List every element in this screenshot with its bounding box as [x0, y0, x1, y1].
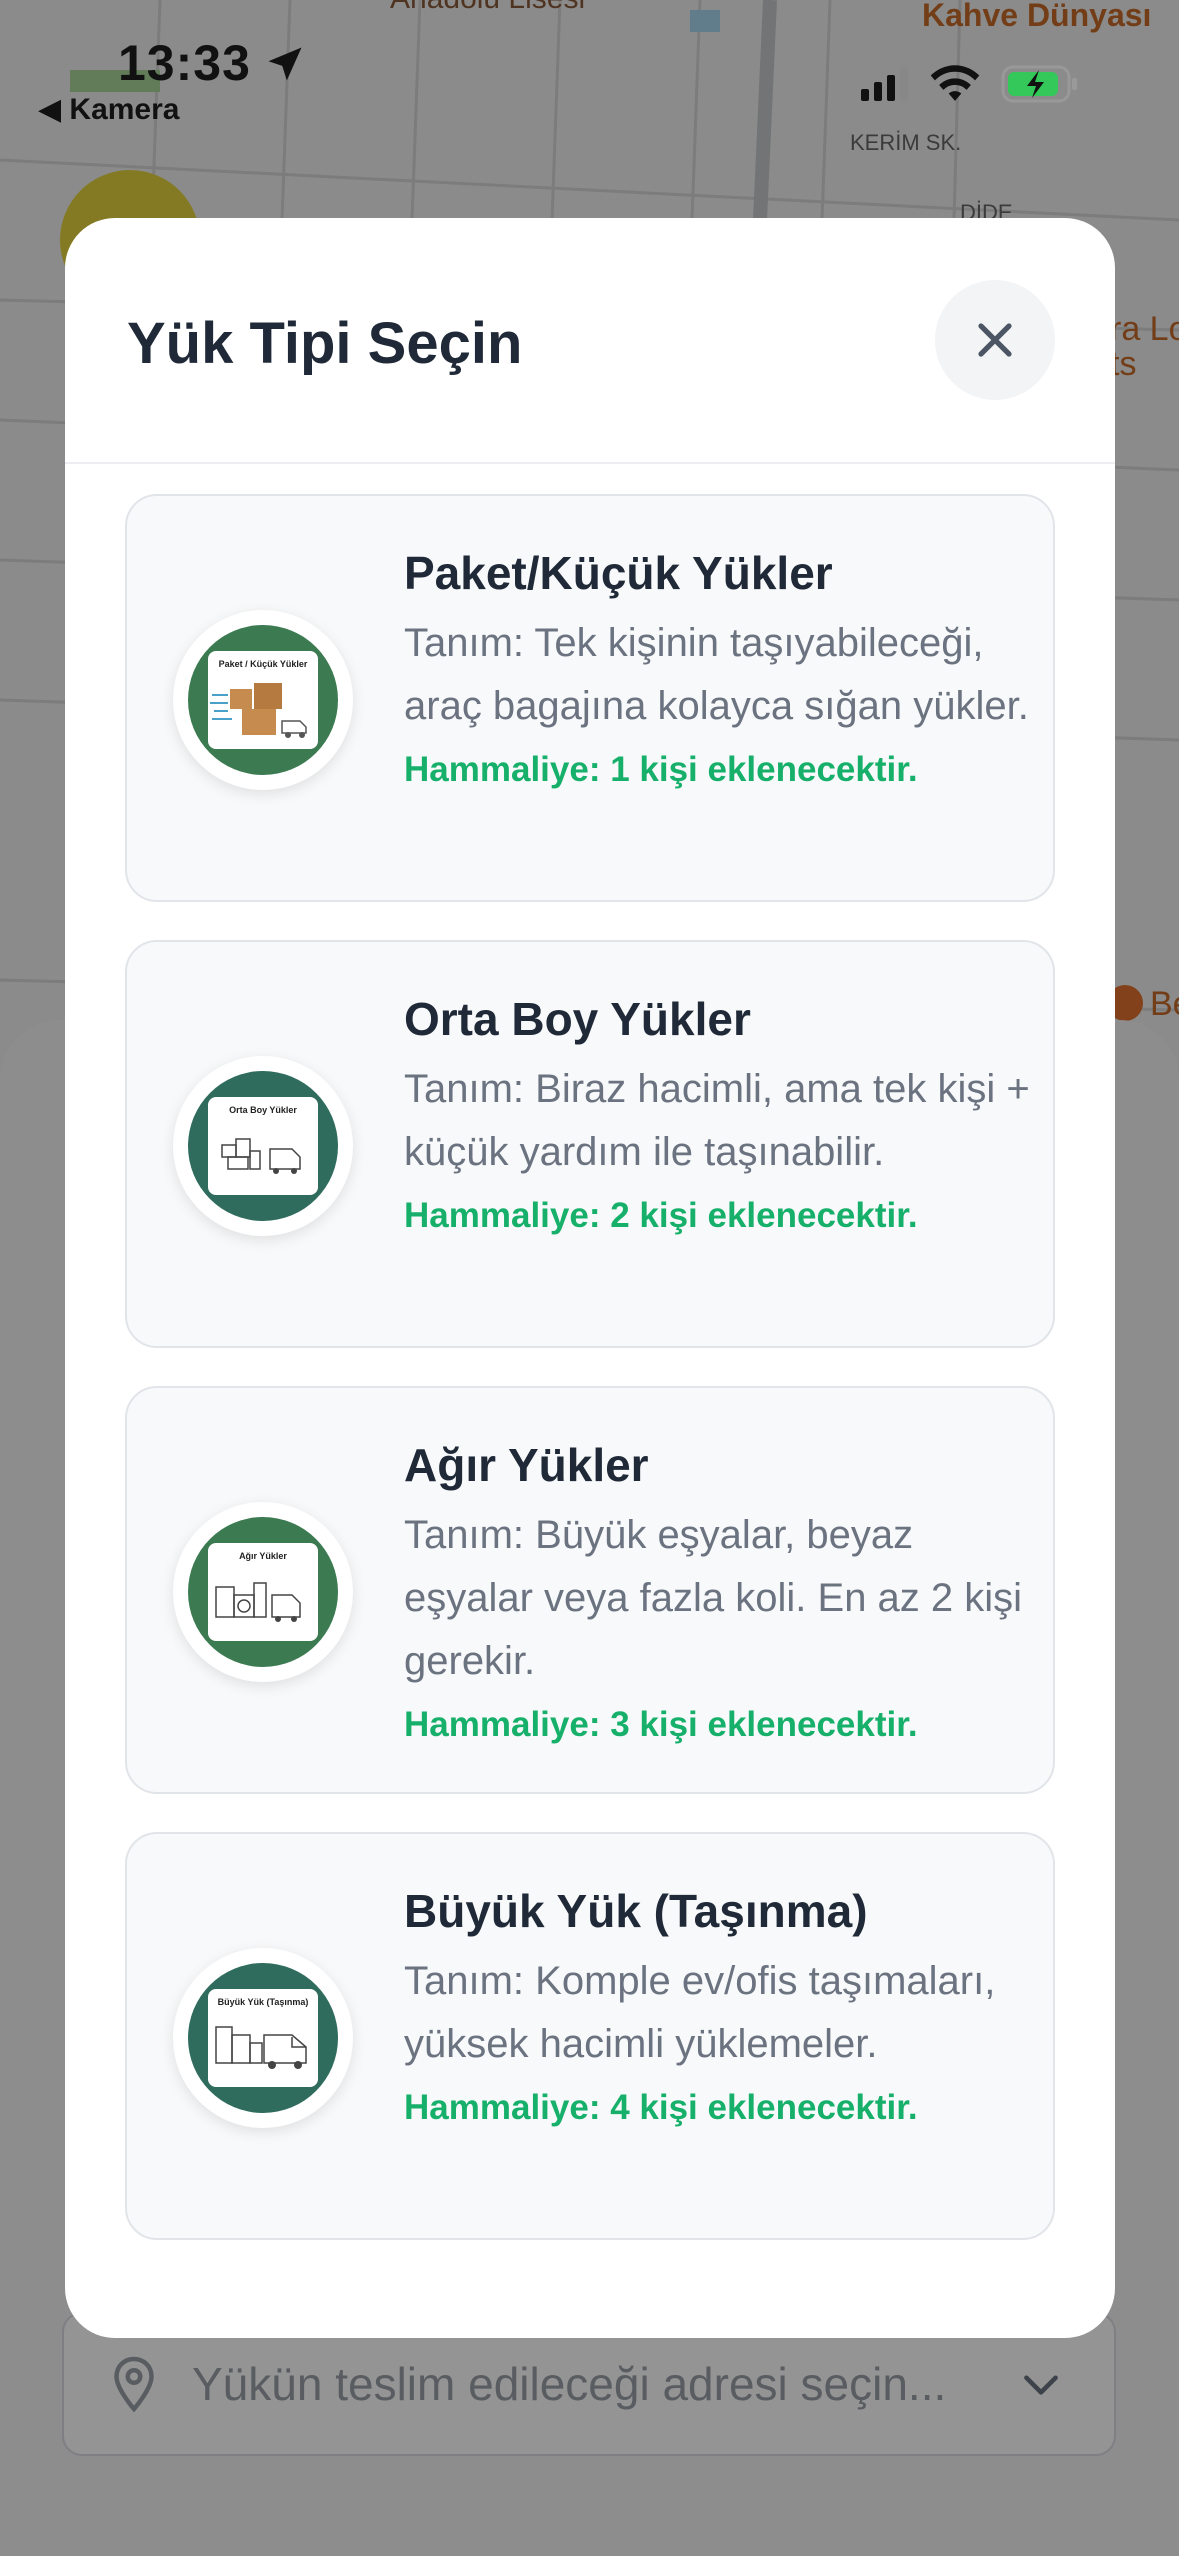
load-type-option-moving[interactable]: Büyük Yük (Taşınma) Büyük Yük (Taşınma) …	[125, 1832, 1055, 2240]
option-description: Tanım: Biraz hacimli, ama tek kişi + küç…	[404, 1067, 1030, 1174]
status-icons	[861, 64, 1079, 104]
load-type-option-small[interactable]: Paket / Küçük Yükler Paket/Küçük Yükler	[125, 494, 1055, 902]
option-porter-info: Hammaliye: 2 kişi eklenecektir.	[404, 1196, 918, 1235]
option-porter-info: Hammaliye: 4 kişi eklenecektir.	[404, 2088, 918, 2127]
load-type-modal: Yük Tipi Seçin Paket / Küçük Yükler Pake…	[65, 218, 1115, 2338]
back-to-camera-link[interactable]: ◀ Kamera	[38, 92, 179, 127]
image-caption: Büyük Yük (Taşınma)	[217, 1997, 309, 2007]
option-description: Tanım: Tek kişinin taşıyabileceği, araç …	[404, 621, 1029, 728]
option-description: Tanım: Büyük eşyalar, beyaz eşyalar veya…	[404, 1513, 1023, 1683]
close-icon	[978, 323, 1012, 357]
moving-load-image: Büyük Yük (Taşınma)	[173, 1948, 353, 2128]
option-title: Ağır Yükler	[404, 1439, 649, 1491]
moving-truck-icon	[215, 2026, 307, 2069]
load-type-option-heavy[interactable]: Ağır Yükler Ağır Yükler Tanım: Büyük eşy…	[125, 1386, 1055, 1794]
option-title: Orta Boy Yükler	[404, 993, 751, 1045]
package-icon	[210, 683, 307, 738]
load-type-option-medium[interactable]: Orta Boy Yükler Orta Boy Yükler Tanım: B…	[125, 940, 1055, 1348]
medium-load-image: Orta Boy Yükler	[173, 1056, 353, 1236]
location-arrow-icon	[268, 47, 302, 81]
status-time: 13:33	[118, 35, 251, 91]
option-title: Büyük Yük (Taşınma)	[404, 1885, 868, 1937]
modal-title: Yük Tipi Seçin	[127, 311, 523, 376]
battery-charging-icon	[1001, 65, 1077, 103]
furniture-and-truck-icon	[215, 1582, 301, 1622]
small-load-image: Paket / Küçük Yükler	[173, 610, 353, 790]
boxes-and-van-icon	[221, 1138, 301, 1174]
load-type-list: Paket / Küçük Yükler Paket/Küçük Yükler	[125, 494, 1055, 2278]
signal-icon	[861, 67, 908, 101]
option-title: Paket/Küçük Yükler	[404, 547, 833, 599]
image-caption: Orta Boy Yükler	[229, 1105, 297, 1115]
option-porter-info: Hammaliye: 1 kişi eklenecektir.	[404, 750, 918, 789]
image-caption: Paket / Küçük Yükler	[218, 659, 308, 669]
modal-header: Yük Tipi Seçin	[65, 218, 1115, 464]
image-caption: Ağır Yükler	[239, 1551, 287, 1561]
close-button[interactable]	[935, 280, 1055, 400]
option-description: Tanım: Komple ev/ofis taşımaları, yüksek…	[404, 1959, 996, 2066]
option-porter-info: Hammaliye: 3 kişi eklenecektir.	[404, 1705, 918, 1744]
heavy-load-image: Ağır Yükler	[173, 1502, 353, 1682]
wifi-icon	[930, 65, 980, 101]
